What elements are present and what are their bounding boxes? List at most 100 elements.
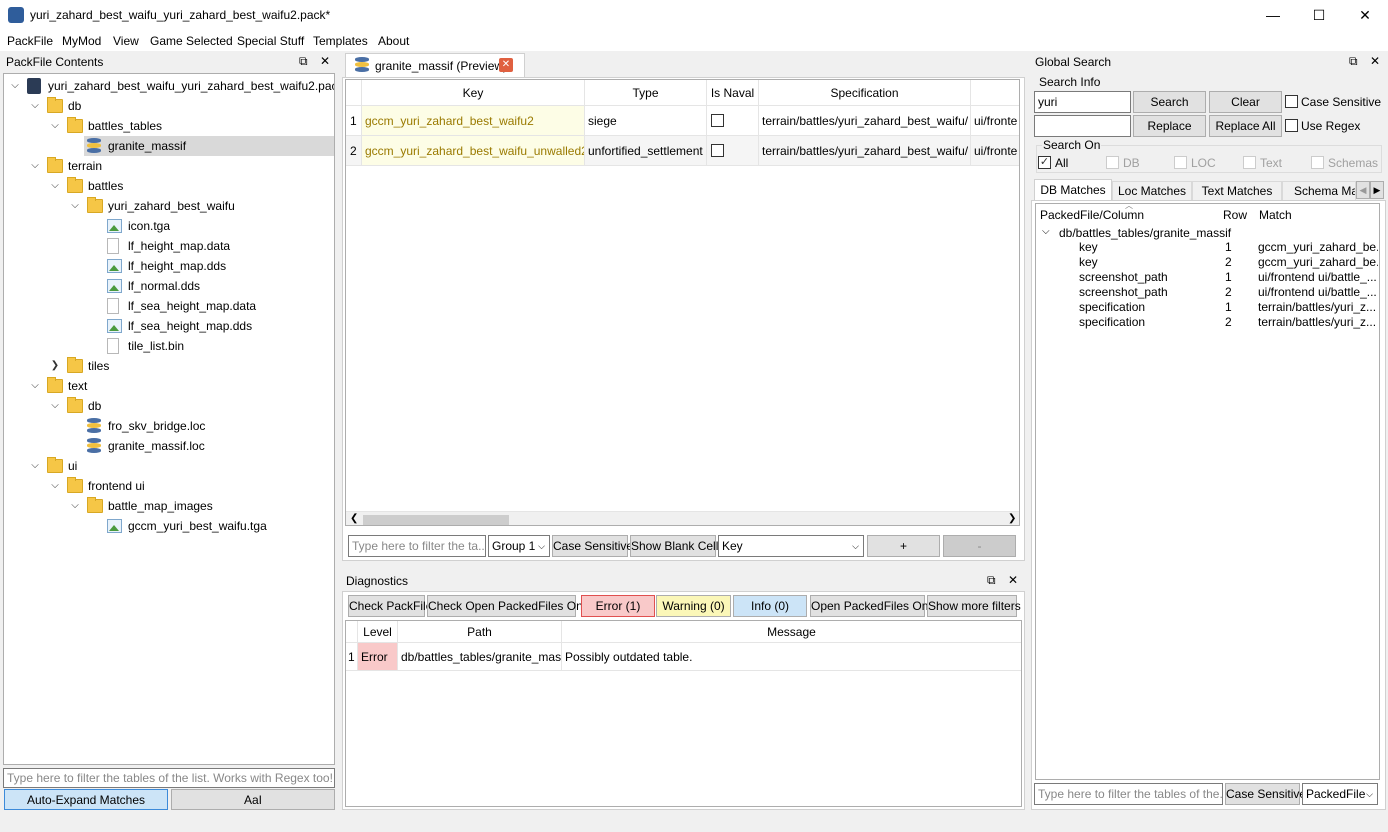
group-select[interactable]: Group 1 ⌵ — [488, 535, 550, 557]
tab-text-matches[interactable]: Text Matches — [1192, 181, 1282, 201]
tree-item[interactable]: ⌵ battles_tables — [4, 116, 334, 136]
match-row-cell[interactable]: 2 — [1225, 315, 1255, 330]
chevron-down-icon[interactable]: ⌵ — [30, 96, 40, 116]
col-header-packedfile[interactable]: PackedFile/Column — [1040, 208, 1144, 222]
col-header-match[interactable]: Match — [1259, 208, 1292, 222]
extra-cell[interactable]: ui/fronte — [971, 106, 1019, 136]
tree-filter-input[interactable]: Type here to filter the tables of the li… — [3, 768, 335, 788]
scroll-left-icon[interactable]: ❮ — [350, 513, 358, 524]
close-icon[interactable]: ✕ — [1370, 54, 1380, 68]
tree-item[interactable]: ⌵ battle_map_images — [4, 496, 334, 516]
tree-item[interactable]: ⌵ terrain — [4, 156, 334, 176]
tree-item[interactable]: icon.tga — [4, 216, 334, 236]
chevron-right-icon[interactable]: ❯ — [50, 356, 60, 376]
tree-item[interactable]: gccm_yuri_best_waifu.tga — [4, 516, 334, 536]
key-cell[interactable]: gccm_yuri_zahard_best_waifu_unwalled2 — [362, 136, 585, 166]
editor-table[interactable]: Key Type Is Naval Specification 1 gccm_yu… — [345, 79, 1020, 526]
matches-tree[interactable]: ︿ PackedFile/Column Row Match ⌵ db/battl… — [1035, 203, 1380, 780]
match-column-cell[interactable]: screenshot_path — [1079, 270, 1219, 285]
col-header-is-naval[interactable]: Is Naval — [707, 80, 759, 106]
match-column-cell[interactable]: key — [1079, 240, 1219, 255]
show-more-filters-button[interactable]: Show more filters — [927, 595, 1021, 617]
match-value-cell[interactable]: terrain/battles/yuri_z... — [1258, 315, 1378, 330]
match-row-cell[interactable]: 2 — [1225, 255, 1255, 270]
specification-cell[interactable]: terrain/battles/yuri_zahard_best_waifu/ — [759, 136, 971, 166]
match-value-cell[interactable]: gccm_yuri_zahard_be... — [1258, 240, 1378, 255]
menu-templates[interactable]: Templates — [313, 34, 368, 48]
close-icon[interactable]: ✕ — [1008, 573, 1018, 587]
diag-message-cell[interactable]: Possibly outdated table. — [562, 643, 1021, 671]
search-loc-checkbox[interactable] — [1174, 156, 1187, 169]
horizontal-scrollbar[interactable]: ❮ ❯ — [346, 511, 1019, 525]
match-value-cell[interactable]: terrain/battles/yuri_z... — [1258, 300, 1378, 315]
type-cell[interactable]: siege — [585, 106, 707, 136]
is-naval-checkbox[interactable] — [711, 144, 724, 157]
clear-button[interactable]: Clear — [1209, 91, 1282, 113]
specification-cell[interactable]: terrain/battles/yuri_zahard_best_waifu/ — [759, 106, 971, 136]
col-header-message[interactable]: Message — [562, 621, 1021, 643]
col-header-specification[interactable]: Specification — [759, 80, 971, 106]
check-open-packedfiles-button[interactable]: Check Open PackedFiles Only — [427, 595, 591, 617]
matches-filter-input[interactable]: Type here to filter the tables of the... — [1034, 783, 1223, 805]
chevron-down-icon[interactable]: ⌵ — [70, 496, 80, 516]
extra-cell[interactable]: ui/fronte — [971, 136, 1019, 166]
search-schemas-checkbox[interactable] — [1311, 156, 1324, 169]
error-filter-button[interactable]: Error (1) — [581, 595, 655, 617]
key-cell[interactable]: gccm_yuri_zahard_best_waifu2 — [362, 106, 585, 136]
replace-input[interactable] — [1034, 115, 1131, 137]
tree-item[interactable]: fro_skv_bridge.loc — [4, 416, 334, 436]
menu-packfile[interactable]: PackFile — [7, 34, 53, 48]
tree-item[interactable]: ⌵ yuri_zahard_best_waifu_yuri_zahard_best… — [4, 76, 334, 96]
tree-item[interactable]: lf_sea_height_map.data — [4, 296, 334, 316]
table-filter-input[interactable]: Type here to filter the ta... — [348, 535, 486, 557]
tree-item[interactable]: lf_normal.dds — [4, 276, 334, 296]
chevron-down-icon[interactable]: ⌵ — [50, 116, 60, 136]
chevron-down-icon[interactable]: ⌵ — [70, 196, 80, 216]
use-regex-checkbox[interactable] — [1285, 119, 1298, 132]
chevron-down-icon[interactable]: ⌵ — [1042, 226, 1050, 237]
float-icon[interactable]: ⧉ — [299, 54, 308, 69]
tree-item[interactable]: lf_height_map.dds — [4, 256, 334, 276]
tree-item[interactable]: lf_sea_height_map.dds — [4, 316, 334, 336]
scrollbar-thumb[interactable] — [363, 515, 509, 525]
tree-item[interactable]: granite_massif.loc — [4, 436, 334, 456]
close-icon[interactable]: ✕ — [320, 54, 330, 68]
editor-tab[interactable]: granite_massif (Preview) ✕ — [345, 53, 525, 77]
chevron-down-icon[interactable]: ⌵ — [30, 456, 40, 476]
is-naval-cell[interactable] — [707, 136, 759, 166]
search-query-input[interactable]: yuri — [1034, 91, 1131, 113]
menu-view[interactable]: View — [113, 34, 139, 48]
float-icon[interactable]: ⧉ — [987, 573, 996, 588]
menu-special-stuff[interactable]: Special Stuff — [237, 34, 304, 48]
match-row-cell[interactable]: 2 — [1225, 285, 1255, 300]
tree-item[interactable]: ❯ tiles — [4, 356, 334, 376]
case-sensitive-button[interactable]: Case Sensitive — [552, 535, 633, 557]
aai-button[interactable]: AaI — [171, 789, 335, 810]
menu-about[interactable]: About — [378, 34, 409, 48]
col-header-path[interactable]: Path — [398, 621, 562, 643]
match-column-cell[interactable]: screenshot_path — [1079, 285, 1219, 300]
tab-scroll-left-icon[interactable]: ◀ — [1356, 181, 1370, 199]
type-cell[interactable]: unfortified_settlement — [585, 136, 707, 166]
tree-item[interactable]: granite_massif — [84, 136, 334, 156]
chevron-down-icon[interactable]: ⌵ — [50, 176, 60, 196]
match-group-label[interactable]: db/battles_tables/granite_massif — [1059, 226, 1231, 240]
chevron-down-icon[interactable]: ⌵ — [50, 476, 60, 496]
search-db-checkbox[interactable] — [1106, 156, 1119, 169]
maximize-button[interactable]: ☐ — [1296, 0, 1342, 31]
is-naval-checkbox[interactable] — [711, 114, 724, 127]
tab-scroll-right-icon[interactable]: ▶ — [1370, 181, 1384, 199]
matches-scope-select[interactable]: PackedFile ⌵ — [1302, 783, 1378, 805]
remove-filter-button[interactable]: - — [943, 535, 1016, 557]
chevron-down-icon[interactable]: ⌵ — [30, 376, 40, 396]
warning-filter-button[interactable]: Warning (0) — [656, 595, 731, 617]
replace-all-button[interactable]: Replace All — [1209, 115, 1282, 137]
tree-item[interactable]: tile_list.bin — [4, 336, 334, 356]
matches-case-sensitive-button[interactable]: Case Sensitive — [1225, 783, 1306, 805]
match-value-cell[interactable]: ui/frontend ui/battle_... — [1258, 285, 1378, 300]
minimize-button[interactable]: — — [1250, 0, 1296, 31]
check-packfile-button[interactable]: Check PackFile — [348, 595, 432, 617]
col-header-extra[interactable] — [971, 80, 1019, 106]
match-value-cell[interactable]: gccm_yuri_zahard_be... — [1258, 255, 1378, 270]
col-header-row[interactable]: Row — [1223, 208, 1247, 222]
